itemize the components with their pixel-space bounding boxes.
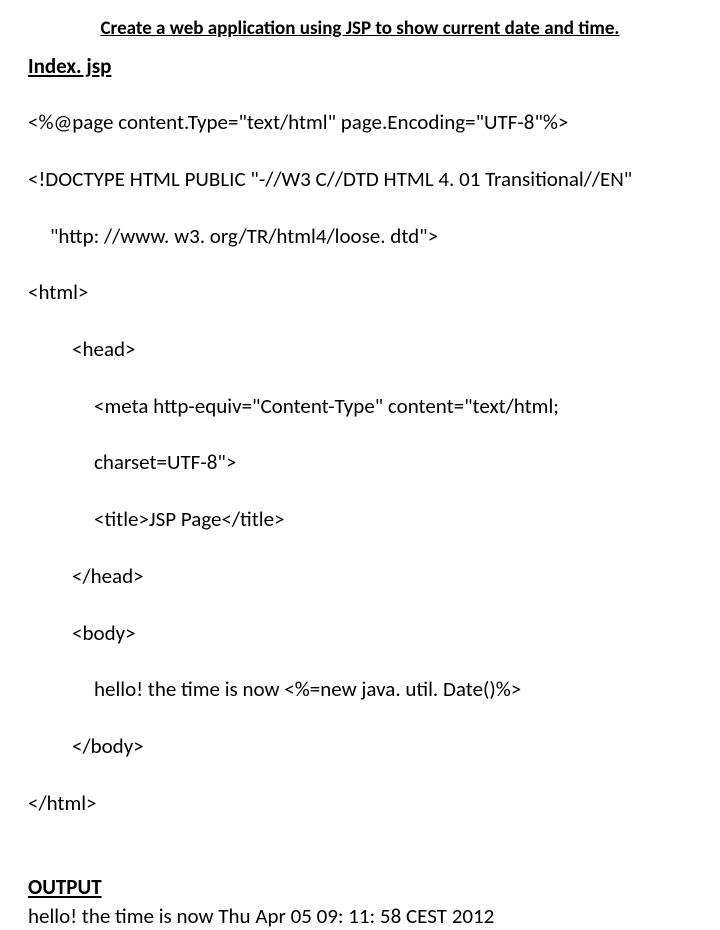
code-line: <%@page content.Type="text/html" page.En… (28, 108, 692, 136)
output-text: hello! the time is now Thu Apr 05 09: 11… (28, 902, 692, 930)
code-line: <html> (28, 278, 692, 306)
code-line: <!DOCTYPE HTML PUBLIC "-//W3 C//DTD HTML… (28, 165, 692, 193)
code-line: <body> (28, 619, 692, 647)
page-title: Create a web application using JSP to sh… (28, 16, 692, 42)
code-line: </html> (28, 789, 692, 817)
code-line: "http: //www. w3. org/TR/html4/loose. dt… (28, 222, 692, 250)
code-line: <head> (28, 335, 692, 363)
output-heading: OUTPUT (28, 873, 692, 901)
code-block: <%@page content.Type="text/html" page.En… (28, 80, 692, 845)
code-line: <title>JSP Page</title> (28, 505, 692, 533)
code-line: </body> (28, 732, 692, 760)
code-line: hello! the time is now <%=new java. util… (28, 675, 692, 703)
code-line: charset=UTF-8"> (28, 448, 692, 476)
code-line: </head> (28, 562, 692, 590)
filename-label: Index. jsp (28, 52, 692, 80)
code-line: <meta http-equiv="Content-Type" content=… (28, 392, 692, 420)
